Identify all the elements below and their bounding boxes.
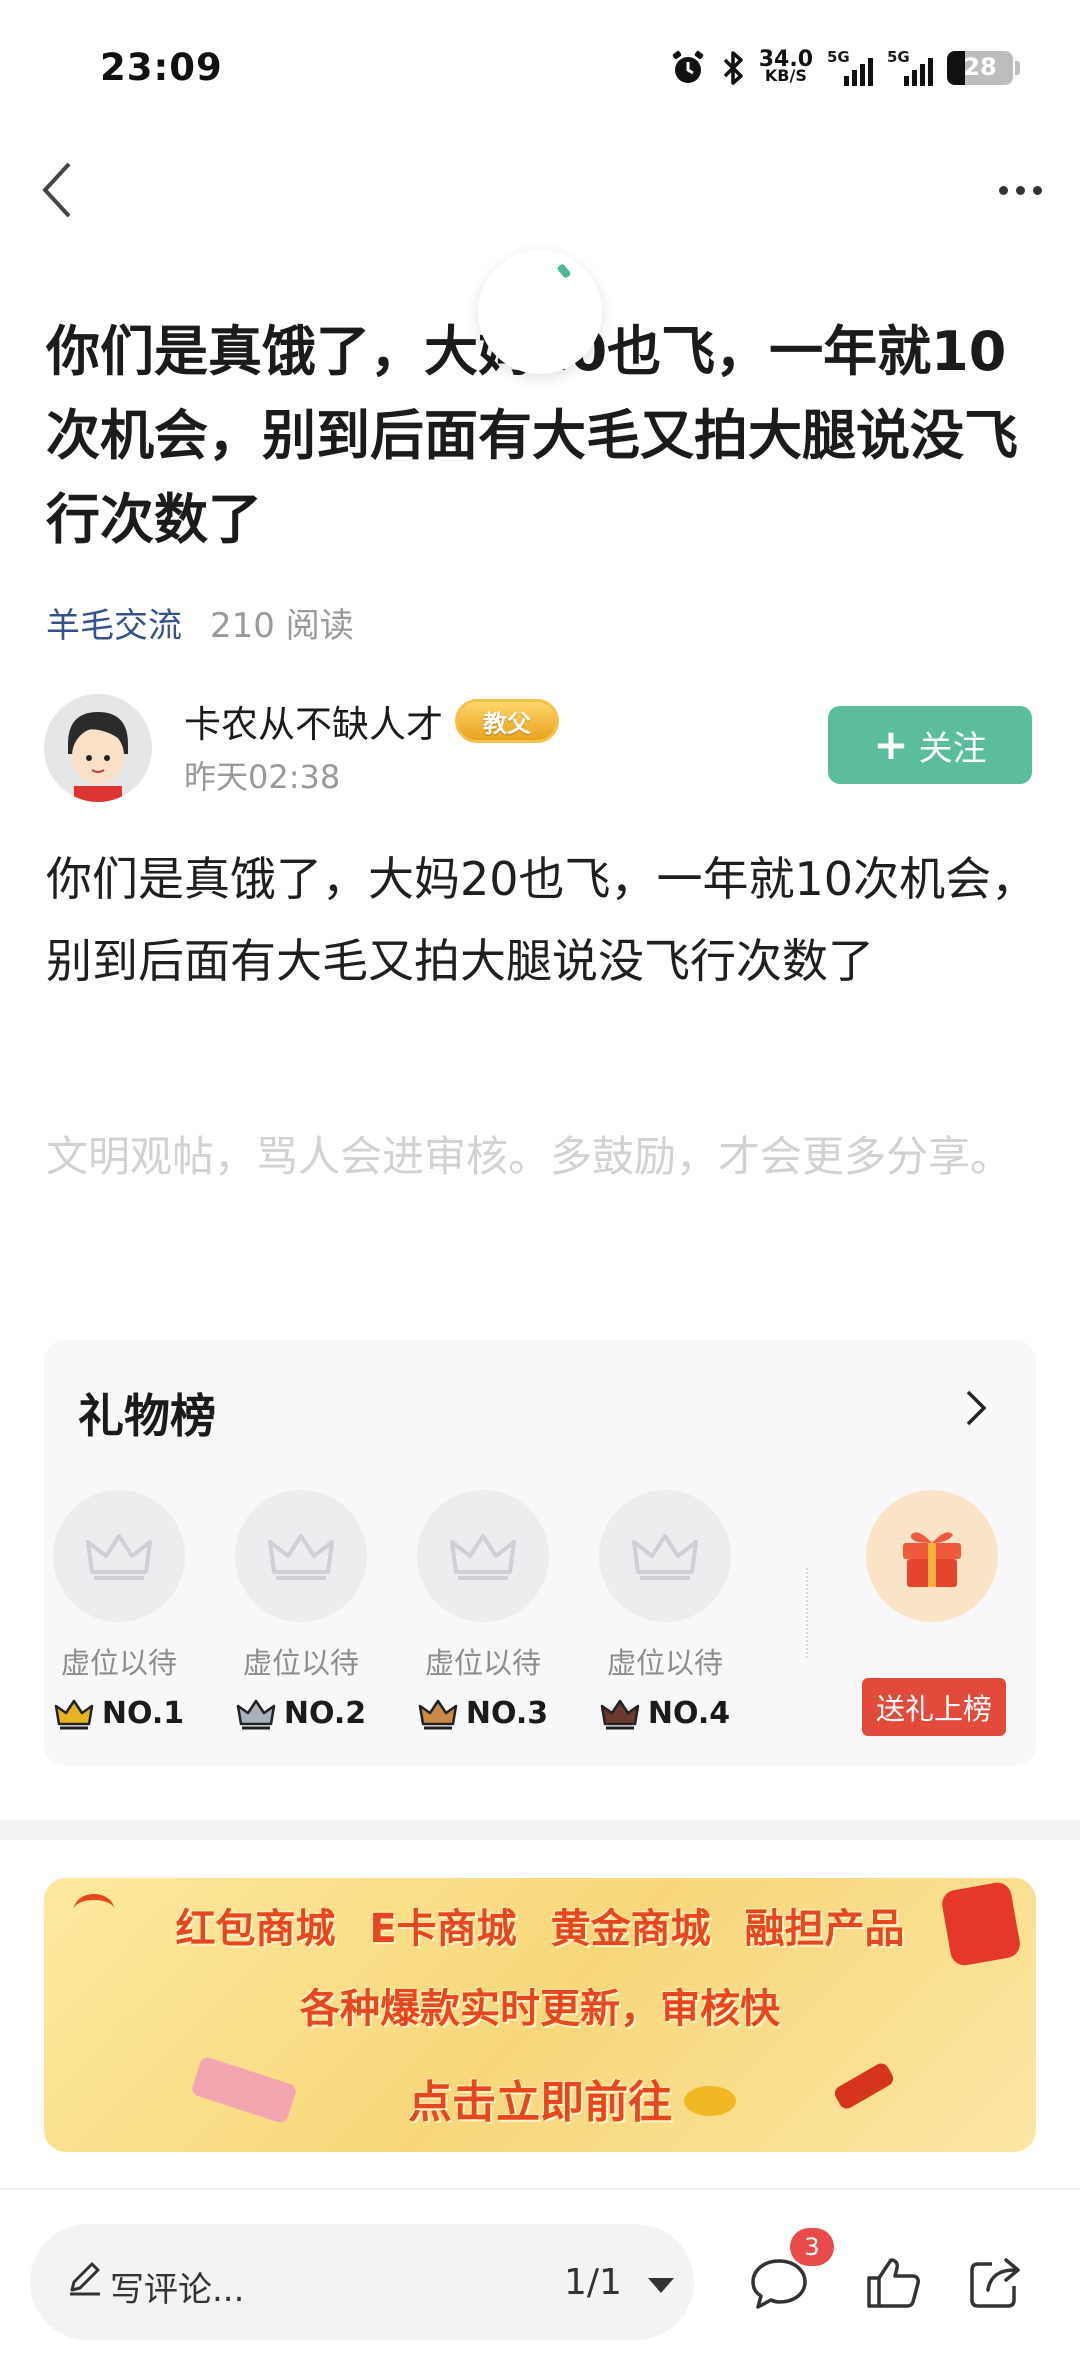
banner-line-2: 各种爆款实时更新，审核快 — [300, 1986, 780, 2032]
dropdown-triangle-icon[interactable] — [648, 2278, 674, 2293]
status-icons: 34.0 KB/S 5G 5G 28 — [669, 48, 1020, 88]
read-count: 210 阅读 — [210, 606, 354, 646]
gift-slot-label: 虚位以待 — [242, 1646, 359, 1680]
gift-slot-label: 虚位以待 — [606, 1646, 723, 1680]
author-badge: 教父 — [455, 699, 559, 743]
refresh-indicator — [478, 250, 602, 374]
dot-icon — [1032, 185, 1042, 195]
thumbs-up-icon — [867, 2258, 920, 2308]
chevron-right-icon — [966, 1390, 987, 1426]
avatar[interactable] — [44, 694, 152, 802]
gift-slot[interactable]: 虚位以待 NO.2 — [226, 1490, 376, 1731]
rank-crown-icon — [418, 1699, 458, 1729]
promo-banner[interactable]: 红包商城 E卡商城 黄金商城 融担产品 各种爆款实时更新，审核快 点击立即前往 — [44, 1878, 1036, 2152]
gift-slot-rank: NO.4 — [590, 1696, 740, 1731]
gift-slot-rank: NO.2 — [226, 1696, 376, 1731]
post-time: 昨天02:38 — [184, 758, 341, 796]
banner-cta[interactable]: 点击立即前往 — [44, 2066, 1036, 2130]
dot-icon — [998, 185, 1008, 195]
gift-slot-rank: NO.3 — [408, 1696, 558, 1731]
rank-crown-icon — [54, 1699, 94, 1729]
gift-box-icon[interactable] — [866, 1490, 998, 1622]
network-speed: 34.0 KB/S — [758, 47, 813, 85]
back-button[interactable] — [26, 160, 86, 220]
alarm-icon — [669, 48, 707, 88]
like-button[interactable] — [858, 2248, 928, 2318]
share-button[interactable] — [960, 2248, 1030, 2318]
bottom-bar: 写评论... 1/1 3 — [0, 2190, 1080, 2373]
signal-icon-2: 5G — [887, 48, 933, 88]
banner-line-1: 红包商城 E卡商城 黄金商城 融担产品 — [175, 1906, 905, 1952]
crown-icon — [53, 1490, 185, 1622]
comment-placeholder: 写评论... — [110, 2270, 245, 2310]
battery-icon: 28 — [947, 51, 1013, 85]
post-content: 你们是真饿了，大妈20也飞，一年就10次机会，别到后面有大毛又拍大腿说没飞行次数… — [46, 852, 1038, 988]
gift-slot[interactable]: 虚位以待 NO.1 — [44, 1490, 194, 1731]
rank-crown-icon — [236, 1699, 276, 1729]
comment-count-badge: 3 — [790, 2228, 834, 2266]
follow-label: 关注 — [918, 728, 987, 769]
comment-input[interactable]: 写评论... 1/1 — [30, 2224, 694, 2340]
gift-slot-label: 虚位以待 — [424, 1646, 541, 1680]
category-link[interactable]: 羊毛交流 — [46, 598, 182, 647]
divider — [806, 1568, 808, 1658]
bluetooth-icon — [721, 48, 745, 88]
gift-slot-label: 虚位以待 — [60, 1646, 177, 1680]
gift-board-more-button[interactable] — [956, 1388, 996, 1428]
crown-icon — [235, 1490, 367, 1622]
posting-notice: 文明观帖，骂人会进审核。多鼓励，才会更多分享。 — [46, 1132, 1013, 1181]
send-gift-button[interactable]: 送礼上榜 — [862, 1678, 1006, 1736]
post-meta: 羊毛交流 210 阅读 — [46, 598, 354, 647]
plus-icon: + — [873, 720, 909, 769]
pen-icon — [64, 2258, 104, 2302]
crown-icon — [599, 1490, 731, 1622]
section-divider — [0, 1820, 1080, 1840]
gift-board: 礼物榜 虚位以待 NO.1 虚位以待 NO.2 虚位以待 NO.3 虚位以待 N… — [44, 1340, 1036, 1766]
author-name[interactable]: 卡农从不缺人才 — [184, 694, 443, 748]
gift-slot-rank: NO.1 — [44, 1696, 194, 1731]
status-time: 23:09 — [100, 46, 223, 89]
gift-slot[interactable]: 虚位以待 NO.4 — [590, 1490, 740, 1731]
gift-board-title: 礼物榜 — [78, 1389, 216, 1443]
crown-icon — [417, 1490, 549, 1622]
dot-icon — [1015, 185, 1025, 195]
more-options-button[interactable] — [990, 170, 1050, 210]
status-bar: 23:09 34.0 KB/S 5G 5G 28 — [0, 0, 1080, 140]
page-indicator[interactable]: 1/1 — [564, 2262, 622, 2303]
author-name-row: 卡农从不缺人才 教父 — [184, 694, 559, 748]
rank-crown-icon — [600, 1699, 640, 1729]
gift-slot[interactable]: 虚位以待 NO.3 — [408, 1490, 558, 1731]
signal-icon-1: 5G — [827, 48, 873, 88]
chevron-left-icon — [42, 162, 71, 218]
share-icon — [970, 2258, 1020, 2308]
follow-button[interactable]: + 关注 — [828, 706, 1032, 784]
